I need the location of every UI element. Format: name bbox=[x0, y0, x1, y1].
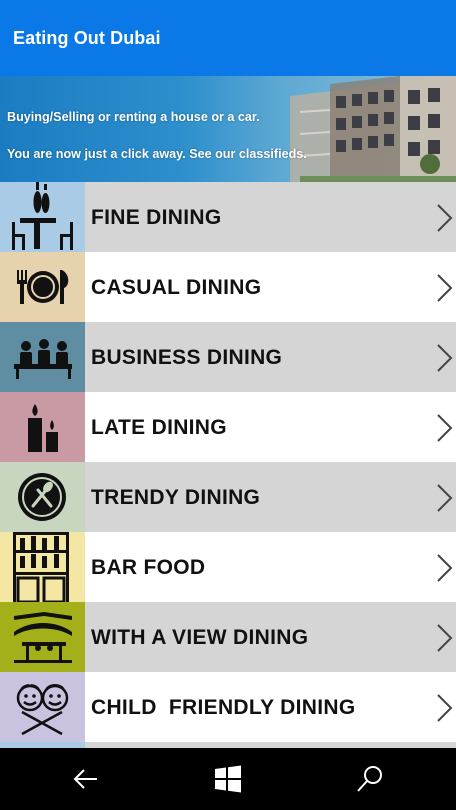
skyline-view-icon bbox=[0, 602, 85, 672]
category-casual-dining[interactable]: CASUAL DINING bbox=[0, 252, 456, 322]
banner-text-line-2: You are now just a click away. See our c… bbox=[7, 147, 307, 161]
category-label: TRENDY DINING bbox=[91, 486, 261, 509]
category-label: CHILD FRIENDLY DINING bbox=[91, 696, 356, 719]
chevron-right-icon bbox=[437, 274, 453, 302]
app-title: Eating Out Dubai bbox=[13, 28, 161, 48]
bar-shelf-icon bbox=[0, 532, 85, 602]
app-title-bar: Eating Out Dubai bbox=[0, 0, 456, 76]
category-business-dining[interactable]: BUSINESS DINING bbox=[0, 322, 456, 392]
spoon-fork-badge-icon bbox=[0, 462, 85, 532]
chevron-right-icon bbox=[437, 204, 453, 232]
category-trendy-dining[interactable]: TRENDY DINING bbox=[0, 462, 456, 532]
dining-category-list: FINE DINING CASUAL DINING BUSINESS DININ… bbox=[0, 182, 456, 748]
search-icon[interactable] bbox=[355, 764, 385, 794]
category-label: FINE DINING bbox=[91, 206, 222, 229]
banner-text-line-1: Buying/Selling or renting a house or a c… bbox=[7, 110, 260, 124]
category-label: WITH A VIEW DINING bbox=[91, 626, 309, 649]
classifieds-banner[interactable]: Buying/Selling or renting a house or a c… bbox=[0, 76, 456, 182]
children-faces-icon bbox=[0, 672, 85, 742]
chevron-right-icon bbox=[437, 624, 453, 652]
chevron-right-icon bbox=[437, 414, 453, 442]
plate-cutlery-icon bbox=[0, 252, 85, 322]
category-label: CASUAL DINING bbox=[91, 276, 262, 299]
system-navigation-bar bbox=[0, 748, 456, 810]
category-late-dining[interactable]: LATE DINING bbox=[0, 392, 456, 462]
building-photo bbox=[290, 76, 456, 182]
windows-logo-icon[interactable] bbox=[213, 764, 243, 794]
category-label: LATE DINING bbox=[91, 416, 227, 439]
category-bar-food[interactable]: BAR FOOD bbox=[0, 532, 456, 602]
category-with-a-view-dining[interactable]: WITH A VIEW DINING bbox=[0, 602, 456, 672]
chevron-right-icon bbox=[437, 484, 453, 512]
category-label: BAR FOOD bbox=[91, 556, 206, 579]
category-child-friendly-dining[interactable]: CHILD FRIENDLY DINING bbox=[0, 672, 456, 742]
dining-table-icon bbox=[0, 182, 85, 252]
chevron-right-icon bbox=[437, 344, 453, 372]
candles-icon bbox=[0, 392, 85, 462]
back-arrow-icon[interactable] bbox=[71, 764, 101, 794]
category-label: BUSINESS DINING bbox=[91, 346, 283, 369]
chevron-right-icon bbox=[437, 694, 453, 722]
category-fine-dining[interactable]: FINE DINING bbox=[0, 182, 456, 252]
business-meeting-icon bbox=[0, 322, 85, 392]
chevron-right-icon bbox=[437, 554, 453, 582]
